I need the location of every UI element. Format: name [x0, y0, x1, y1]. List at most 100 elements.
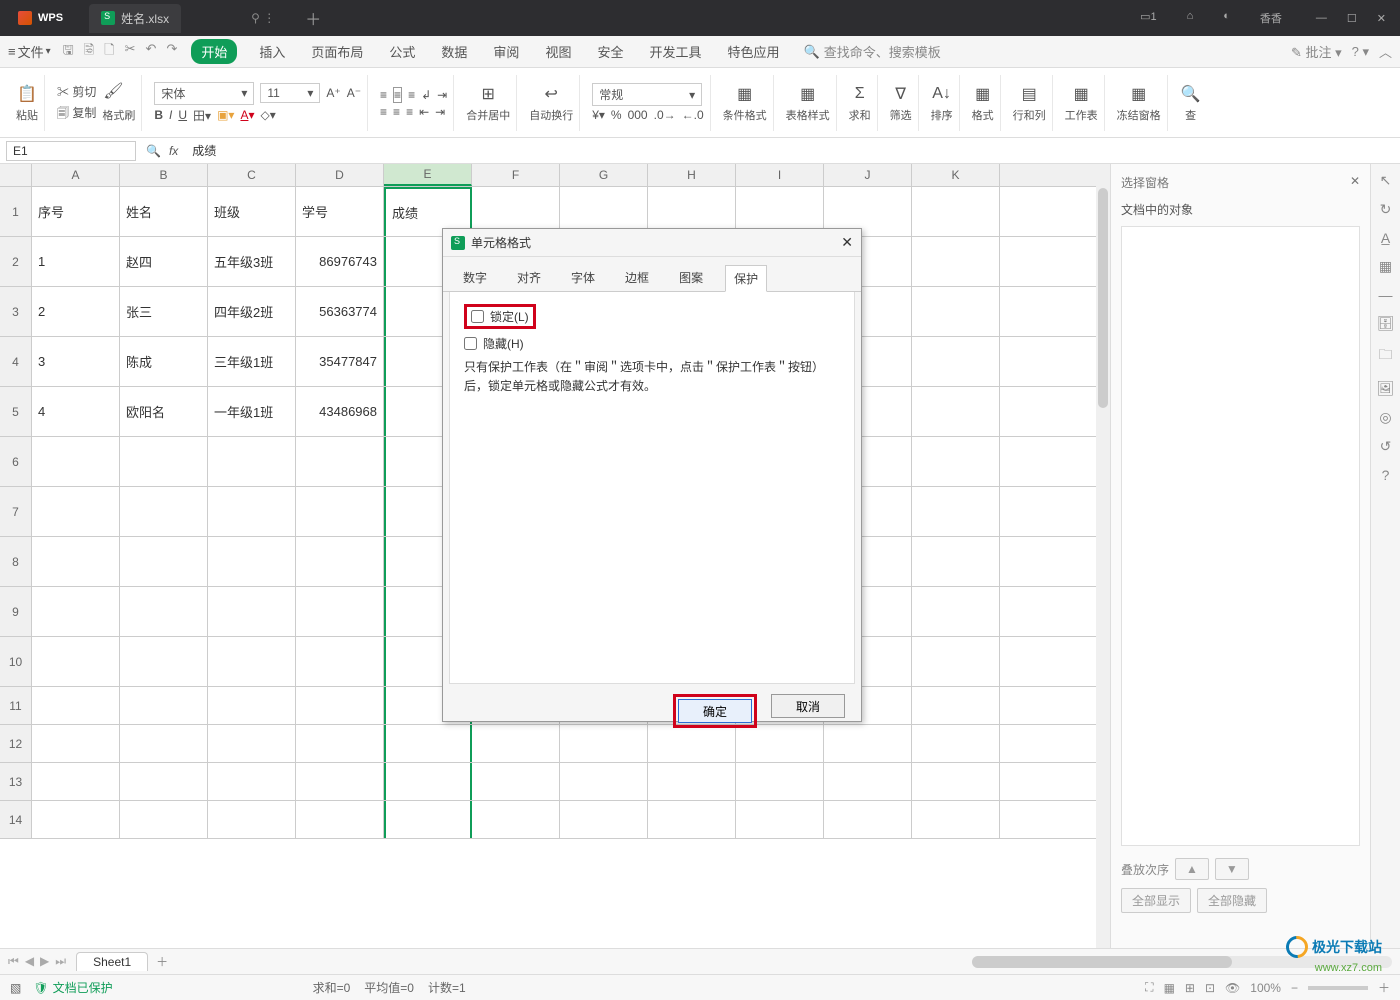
align-center-icon[interactable]: ≡ — [393, 105, 400, 119]
row-header[interactable]: 4 — [0, 337, 32, 386]
move-down-button[interactable]: ▼ — [1215, 858, 1249, 880]
collapse-ribbon-icon[interactable]: ︿ — [1379, 42, 1392, 61]
cell[interactable] — [912, 237, 1000, 286]
cell[interactable] — [208, 537, 296, 586]
cell[interactable] — [296, 487, 384, 536]
sum-icon[interactable]: Σ — [849, 83, 871, 105]
col-A[interactable]: A — [32, 164, 120, 186]
view-reading-icon[interactable]: 👁 — [1225, 981, 1240, 995]
cell[interactable]: 四年级2班 — [208, 287, 296, 336]
cell[interactable]: 序号 — [32, 187, 120, 236]
cell[interactable] — [120, 637, 208, 686]
row-header[interactable]: 5 — [0, 387, 32, 436]
col-E[interactable]: E — [384, 164, 472, 186]
col-K[interactable]: K — [912, 164, 1000, 186]
cell[interactable] — [472, 801, 560, 838]
cell[interactable] — [912, 725, 1000, 762]
format-painter-icon[interactable]: 🖌 — [102, 80, 124, 102]
row-header[interactable]: 8 — [0, 537, 32, 586]
cell[interactable] — [912, 187, 1000, 236]
rowscols-icon[interactable]: ▤ — [1018, 83, 1040, 105]
col-H[interactable]: H — [648, 164, 736, 186]
tab-security[interactable]: 安全 — [593, 40, 627, 63]
cell[interactable] — [32, 687, 120, 724]
row-header[interactable]: 3 — [0, 287, 32, 336]
cell[interactable] — [824, 763, 912, 800]
view-pagebreak-icon[interactable]: ⊞ — [1185, 981, 1195, 995]
tab-insert[interactable]: 插入 — [255, 40, 289, 63]
cond-format-icon[interactable]: ▦ — [734, 83, 756, 105]
view-pagelayout-icon[interactable]: ⊡ — [1205, 981, 1215, 995]
help-icon[interactable]: ? — [1382, 467, 1390, 483]
command-search[interactable]: 🔍 查找命令、搜索模板 — [804, 42, 941, 61]
cell[interactable] — [32, 763, 120, 800]
target-icon[interactable]: ◎ — [1379, 409, 1391, 426]
cell[interactable]: 张三 — [120, 287, 208, 336]
font-name-select[interactable]: 宋体▾ — [154, 82, 254, 105]
cell[interactable] — [208, 687, 296, 724]
formula-input[interactable]: 成绩 — [186, 140, 1394, 161]
cell[interactable] — [32, 487, 120, 536]
cell[interactable] — [120, 437, 208, 486]
cell[interactable]: 86976743 — [296, 237, 384, 286]
merge-icon[interactable]: ⊞ — [477, 83, 499, 105]
worksheet-icon[interactable]: ▦ — [1070, 83, 1092, 105]
dec-decimal-icon[interactable]: ←.0 — [682, 108, 704, 122]
copy-button[interactable]: 🗐 复制 — [57, 104, 96, 125]
cell[interactable]: 1 — [32, 237, 120, 286]
align-middle-icon[interactable]: ≡ — [393, 87, 402, 103]
cell[interactable] — [120, 587, 208, 636]
increase-font-icon[interactable]: A⁺ — [326, 86, 340, 100]
col-F[interactable]: F — [472, 164, 560, 186]
dlg-tab-protect[interactable]: 保护 — [725, 265, 767, 292]
cell[interactable] — [208, 487, 296, 536]
row-header[interactable]: 7 — [0, 487, 32, 536]
cell[interactable] — [296, 637, 384, 686]
tab-review[interactable]: 审阅 — [489, 40, 523, 63]
cell[interactable] — [912, 637, 1000, 686]
format-cell-icon[interactable]: ▦ — [972, 83, 994, 105]
add-sheet-button[interactable]: ＋ — [156, 953, 168, 970]
save-icon[interactable]: 🖫 — [63, 41, 74, 63]
tab-formula[interactable]: 公式 — [385, 40, 419, 63]
border-button[interactable]: 田▾ — [193, 107, 211, 124]
zoom-slider[interactable] — [1308, 986, 1368, 990]
cell[interactable] — [648, 763, 736, 800]
orientation-icon[interactable]: ↲ — [421, 88, 431, 102]
cell[interactable] — [384, 763, 472, 800]
view-fullscreen-icon[interactable]: ⛶ — [1145, 980, 1153, 995]
dlg-tab-pattern[interactable]: 图案 — [671, 265, 711, 291]
sort-icon[interactable]: A↓ — [931, 83, 953, 105]
sheet-last-icon[interactable]: ⏭ — [55, 954, 66, 969]
tab-layout[interactable]: 页面布局 — [307, 40, 367, 63]
cell[interactable] — [32, 801, 120, 838]
col-B[interactable]: B — [120, 164, 208, 186]
inc-decimal-icon[interactable]: .0→ — [654, 108, 676, 122]
cell[interactable]: 班级 — [208, 187, 296, 236]
row-header[interactable]: 2 — [0, 237, 32, 286]
cell[interactable] — [208, 801, 296, 838]
cell[interactable] — [32, 437, 120, 486]
align-bottom-icon[interactable]: ≡ — [408, 88, 415, 102]
cell[interactable] — [736, 763, 824, 800]
select-icon[interactable]: ↖ — [1380, 172, 1392, 189]
align-left-icon[interactable]: ≡ — [380, 105, 387, 119]
cell[interactable] — [472, 763, 560, 800]
col-J[interactable]: J — [824, 164, 912, 186]
new-tab-button[interactable]: ＋ — [305, 6, 321, 30]
app-icon[interactable]: ▧ — [10, 981, 21, 995]
sheet-prev-icon[interactable]: ◀ — [25, 954, 34, 969]
indent-inc-icon[interactable]: ⇥ — [435, 105, 445, 119]
pane-close-icon[interactable]: ✕ — [1350, 174, 1360, 191]
dialog-close-button[interactable]: ✕ — [841, 234, 853, 251]
cell[interactable] — [32, 725, 120, 762]
cell[interactable] — [208, 725, 296, 762]
show-all-button[interactable]: 全部显示 — [1121, 888, 1191, 913]
wrap-text-icon[interactable]: ↩ — [540, 83, 562, 105]
lookup-icon[interactable]: 🔍 — [146, 144, 161, 158]
dlg-tab-align[interactable]: 对齐 — [509, 265, 549, 291]
clear-format-button[interactable]: ◇▾ — [260, 108, 275, 122]
cell[interactable] — [560, 801, 648, 838]
col-I[interactable]: I — [736, 164, 824, 186]
cell[interactable]: 43486968 — [296, 387, 384, 436]
